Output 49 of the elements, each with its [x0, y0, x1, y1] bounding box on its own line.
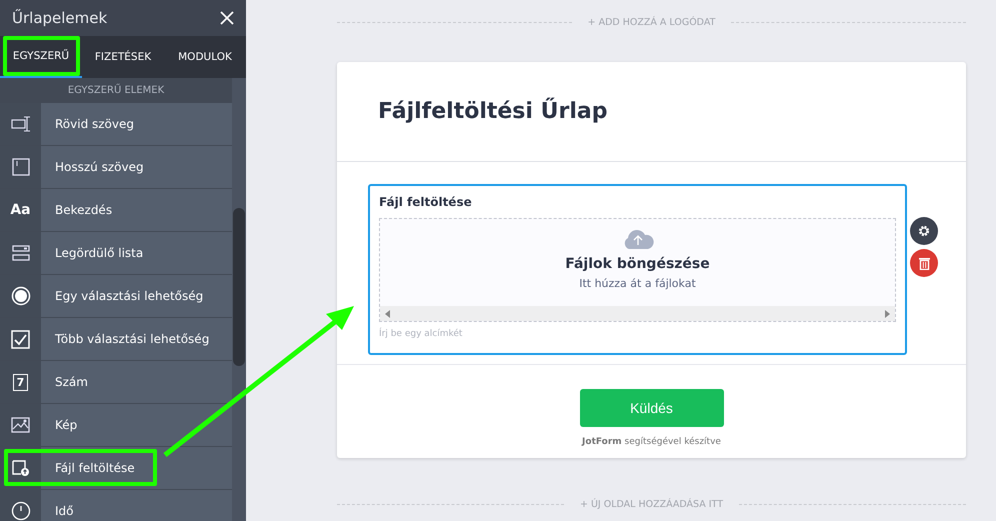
trash-icon [918, 256, 930, 270]
clock-icon [10, 501, 30, 521]
element-item[interactable]: Rövid szöveg [0, 103, 232, 146]
item-label: Fájl feltöltése [55, 461, 135, 475]
image-icon [11, 417, 30, 433]
element-item[interactable]: Fájl feltöltése [0, 447, 232, 490]
delete-button[interactable] [910, 249, 938, 277]
drop-hint: Itt húzza át a fájlokat [579, 277, 696, 290]
element-item[interactable]: Kép [0, 404, 232, 447]
checkbox-icon [11, 330, 30, 348]
item-label: Bekezdés [55, 203, 112, 217]
item-label: Rövid szöveg [55, 117, 134, 131]
element-item[interactable]: Egy választási lehetőség [0, 275, 232, 318]
file-upload-field[interactable]: Fájl feltöltése Fájlok böngészése Itt húzza át a fájlokat Írj be egy alcímkét [368, 184, 907, 355]
file-upload-icon [11, 459, 30, 477]
item-label: Kép [55, 418, 78, 432]
browse-heading: Fájlok böngészése [565, 256, 710, 272]
item-label: Több választási lehetőség [55, 332, 210, 346]
close-icon[interactable] [220, 11, 234, 25]
field-label: Fájl feltöltése [379, 195, 473, 209]
settings-button[interactable] [910, 217, 938, 245]
scrollbar-thumb[interactable] [233, 208, 245, 366]
element-item[interactable]: Több választási lehetőség [0, 318, 232, 361]
scroll-right-icon[interactable] [885, 310, 890, 318]
settings-icon [918, 225, 930, 237]
section-heading: EGYSZERŰ ELEMEK [0, 78, 232, 103]
element-item[interactable]: Hosszú szöveg [0, 146, 232, 189]
panel-title: Űrlapelemek [12, 9, 108, 27]
dropdown-icon [12, 244, 30, 262]
text-field-icon [10, 116, 30, 132]
form-title: Fájlfeltöltési Űrlap [378, 99, 608, 124]
item-label: Egy választási lehetőség [55, 289, 204, 303]
element-item[interactable]: Idő [0, 490, 232, 521]
drop-zone[interactable]: Fájlok böngészése Itt húzza át a fájlokat [379, 218, 896, 322]
element-item[interactable]: Legördülő lista [0, 232, 232, 275]
item-label: Idő [55, 504, 74, 518]
element-item[interactable]: 7 Szám [0, 361, 232, 404]
item-label: Hosszú szöveg [55, 160, 144, 174]
number-icon: 7 [13, 374, 28, 390]
text-area-icon [12, 158, 30, 176]
element-item[interactable]: Aa Bekezdés [0, 189, 232, 232]
footer-credit: JotForm segítségével készítve [582, 437, 721, 447]
item-label: Szám [55, 375, 88, 389]
tab[interactable]: FIZETÉSEK [82, 36, 164, 78]
item-label: Legördülő lista [55, 246, 144, 260]
tab[interactable]: MODULOK [164, 36, 246, 78]
radio-icon [10, 286, 30, 306]
scroll-left-icon[interactable] [385, 310, 390, 318]
paragraph-icon: Aa [10, 202, 31, 218]
